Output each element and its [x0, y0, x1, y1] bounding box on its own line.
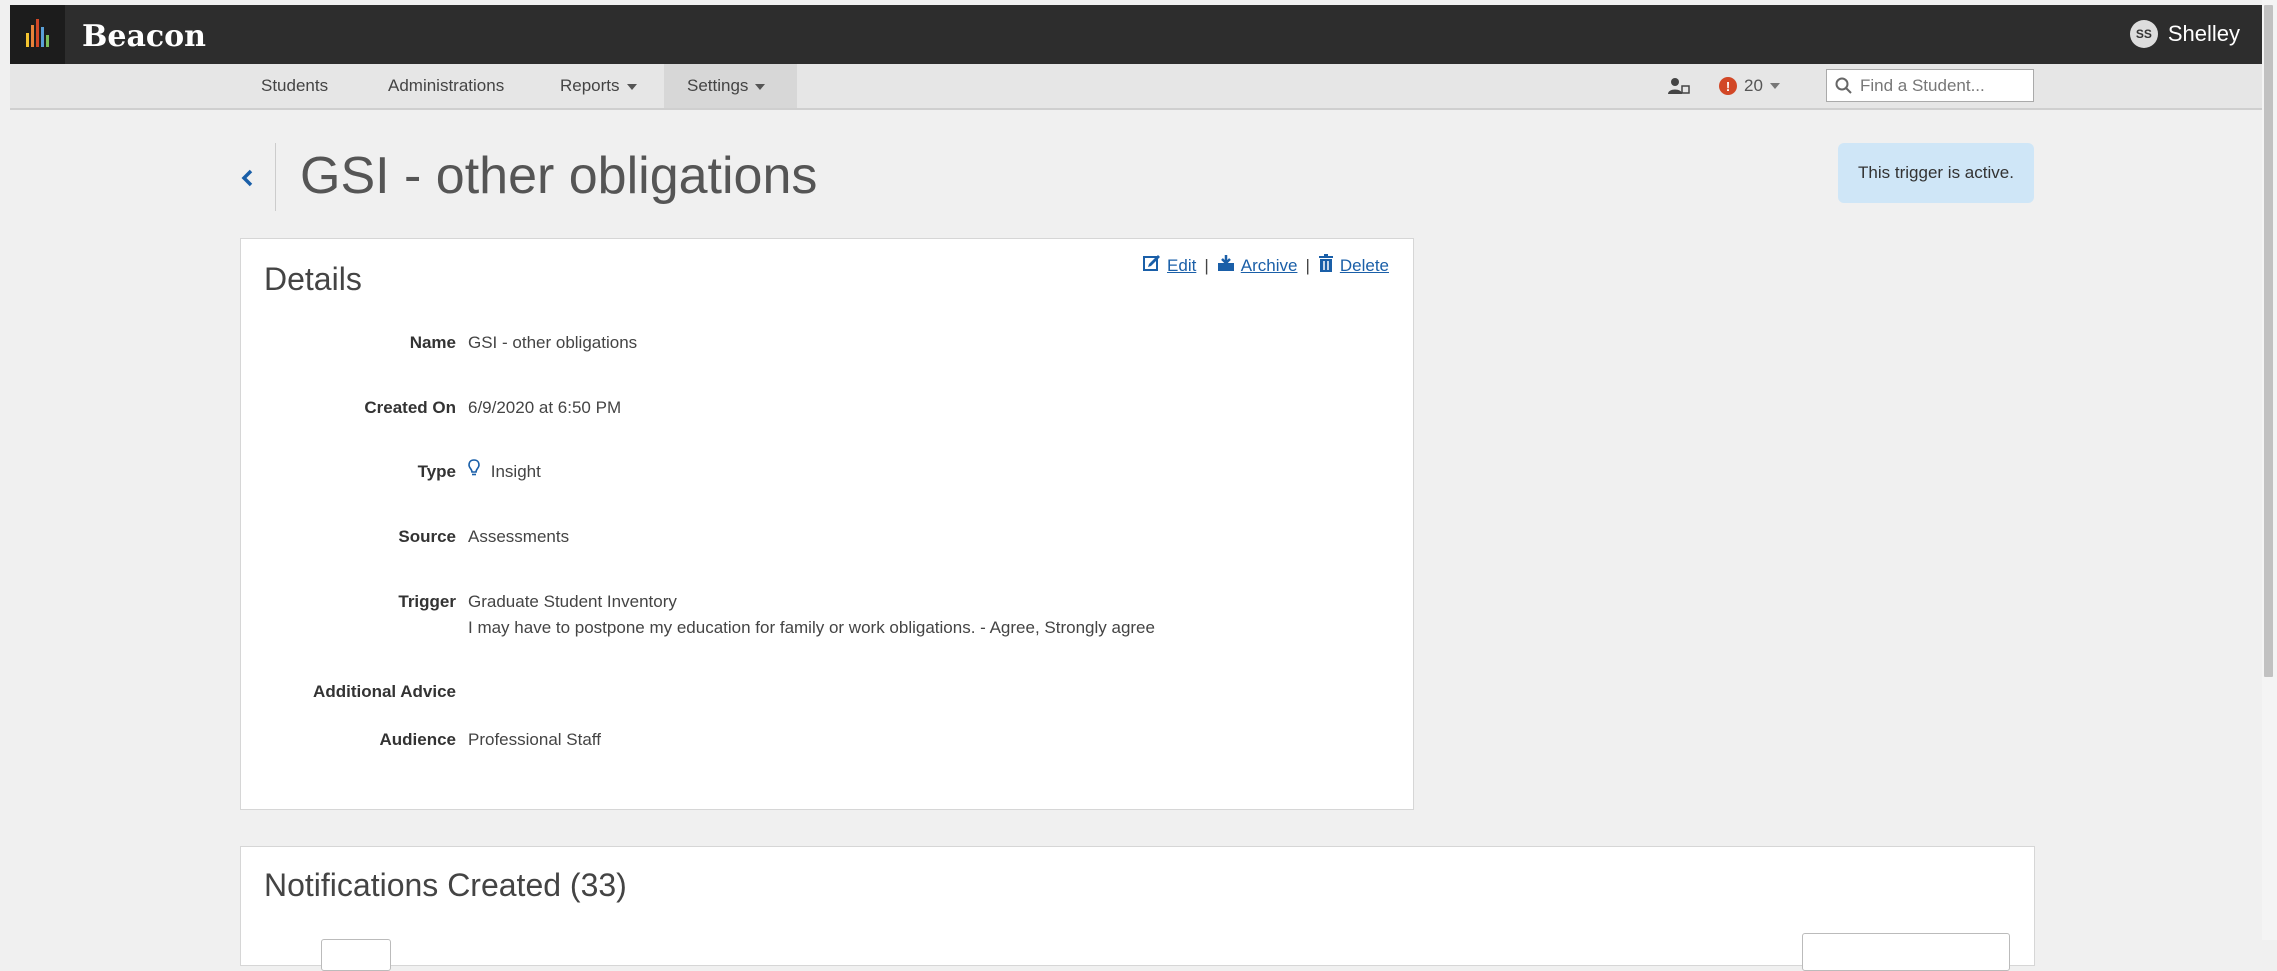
alert-icon: !	[1719, 77, 1737, 95]
chevron-left-icon	[241, 169, 253, 187]
search-box[interactable]	[1826, 69, 2034, 102]
field-label: Name	[409, 333, 456, 352]
archive-link[interactable]: Archive	[1241, 256, 1298, 276]
field-label: Source	[398, 527, 456, 546]
alert-count: 20	[1744, 76, 1763, 95]
field-label: Audience	[379, 730, 456, 749]
avatar: SS	[2129, 20, 2158, 48]
nav-students-label: Students	[261, 76, 329, 95]
nav-students[interactable]: Students	[247, 64, 342, 108]
trash-icon[interactable]	[1318, 254, 1334, 277]
details-card: Details Edit | Archive | Delete Name GSI…	[240, 238, 1414, 810]
user-name: Shelley	[2167, 21, 2240, 46]
top-bar: Beacon SS Shelley	[10, 5, 2262, 64]
scrollbar-thumb[interactable]	[2264, 5, 2273, 677]
field-label: Created On	[364, 398, 456, 417]
field-label: Additional Advice	[313, 682, 456, 701]
nav-reports-label: Reports	[560, 76, 620, 95]
search-icon	[1835, 77, 1852, 94]
notifications-heading: Notifications Created (33)	[264, 867, 627, 903]
notifications-filter[interactable]	[1802, 933, 2010, 971]
delete-link[interactable]: Delete	[1340, 256, 1389, 276]
user-menu[interactable]: SS Shelley	[2129, 20, 2240, 48]
notifications-control[interactable]	[321, 939, 391, 971]
field-value: Graduate Student Inventory I may have to…	[468, 589, 1155, 641]
nav-reports[interactable]: Reports	[546, 64, 651, 108]
notifications-card: Notifications Created (33)	[240, 846, 2035, 971]
trigger-line-2: I may have to postpone my education for …	[468, 618, 1155, 637]
main-nav: Students Administrations Reports Setting…	[10, 64, 2262, 110]
edit-link[interactable]: Edit	[1167, 256, 1196, 276]
archive-icon[interactable]	[1217, 254, 1235, 277]
field-label: Type	[417, 462, 456, 481]
field-value: GSI - other obligations	[468, 333, 638, 352]
alerts-dropdown[interactable]: ! 20	[1719, 64, 1780, 108]
chevron-down-icon	[1769, 83, 1780, 89]
search-input[interactable]	[1858, 74, 2032, 97]
title-divider	[275, 143, 276, 211]
logo-bars-icon[interactable]	[10, 5, 65, 64]
nav-settings[interactable]: Settings	[664, 64, 798, 108]
type-value: Insight	[490, 462, 541, 481]
separator: |	[1305, 255, 1310, 275]
trigger-line-1: Graduate Student Inventory	[468, 592, 677, 611]
brand-name[interactable]: Beacon	[82, 19, 206, 54]
field-label: Trigger	[398, 592, 456, 611]
back-button[interactable]	[240, 162, 254, 196]
field-value: 6/9/2020 at 6:50 PM	[468, 398, 622, 417]
chevron-down-icon	[626, 83, 637, 90]
field-value: Professional Staff	[468, 730, 601, 749]
page-title: GSI - other obligations	[300, 147, 818, 205]
separator: |	[1204, 255, 1209, 275]
field-value: Insight	[468, 459, 541, 485]
field-value: Assessments	[468, 527, 570, 546]
nav-administrations[interactable]: Administrations	[374, 64, 518, 108]
details-actions: Edit | Archive | Delete	[1143, 254, 1389, 277]
edit-icon[interactable]	[1143, 254, 1161, 277]
nav-administrations-label: Administrations	[388, 76, 505, 95]
chevron-down-icon	[755, 83, 766, 90]
details-heading: Details	[264, 261, 362, 297]
user-icon[interactable]	[1668, 64, 1690, 108]
status-badge: This trigger is active.	[1838, 143, 2034, 203]
lightbulb-icon	[468, 459, 485, 481]
nav-settings-label: Settings	[687, 76, 749, 95]
